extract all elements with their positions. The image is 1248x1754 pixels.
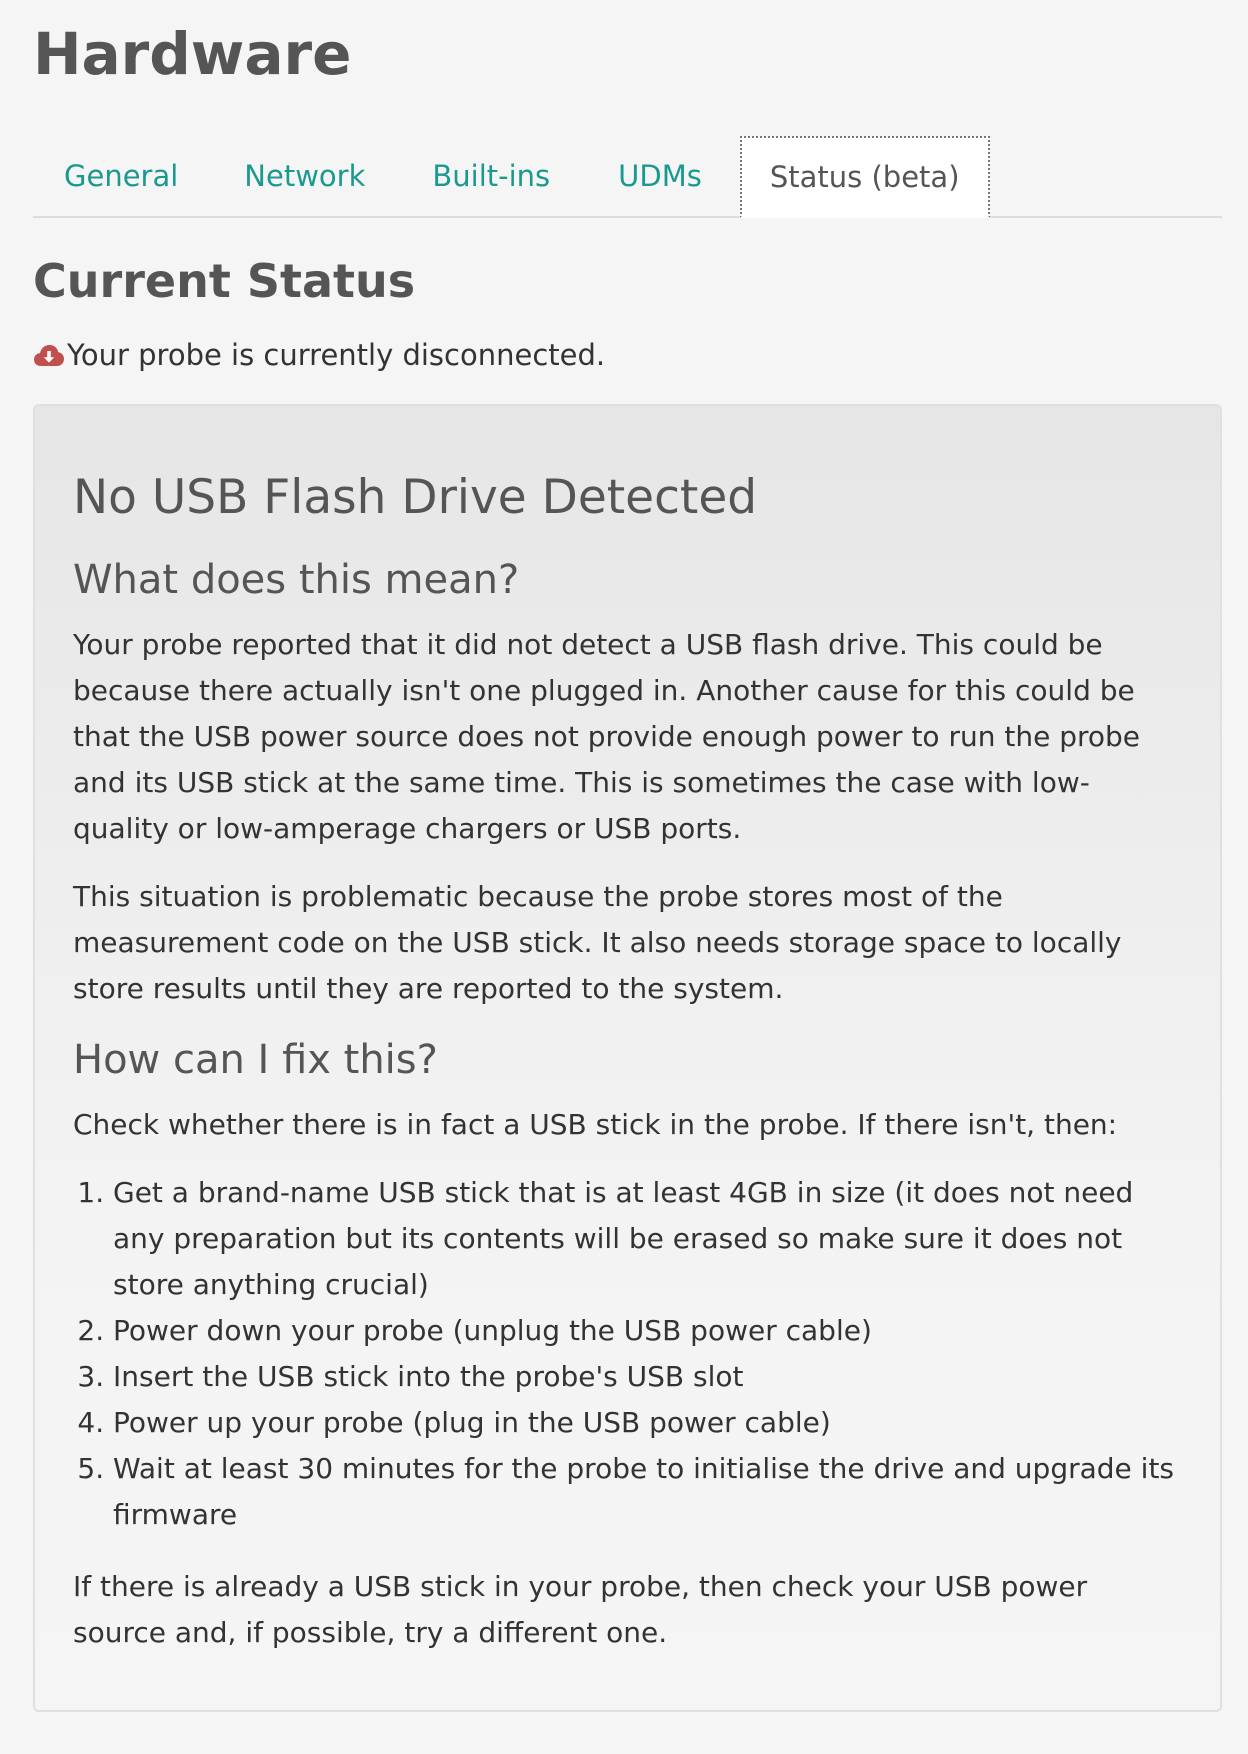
page-title: Hardware — [33, 20, 352, 88]
status-message: Your probe is currently disconnected. — [67, 338, 606, 372]
tab-status-beta[interactable]: Status (beta) — [739, 136, 990, 218]
list-item: Power down your probe (unplug the USB po… — [113, 1308, 1182, 1354]
meaning-heading: What does this mean? — [73, 557, 520, 603]
page: Hardware General Network Built-ins UDMs … — [33, 0, 1222, 1712]
diagnostic-panel: No USB Flash Drive Detected What does th… — [33, 404, 1222, 1712]
current-status-heading: Current Status — [33, 254, 416, 308]
tab-network[interactable]: Network — [210, 136, 397, 216]
list-item: Insert the USB stick into the probe's US… — [113, 1354, 1182, 1400]
cloud-download-icon — [33, 342, 65, 368]
tab-bar: General Network Built-ins UDMs Status (b… — [33, 132, 1222, 218]
list-item: Get a brand-name USB stick that is at le… — [113, 1170, 1182, 1308]
status-line: Your probe is currently disconnected. — [33, 334, 1222, 376]
list-item: Power up your probe (plug in the USB pow… — [113, 1400, 1182, 1446]
fix-intro: Check whether there is in fact a USB sti… — [73, 1108, 1118, 1141]
fix-heading: How can I fix this? — [73, 1037, 438, 1083]
fix-outro: If there is already a USB stick in your … — [73, 1570, 1088, 1649]
panel-title: No USB Flash Drive Detected — [73, 470, 758, 525]
tab-general[interactable]: General — [33, 136, 210, 216]
tab-udms[interactable]: UDMs — [583, 136, 736, 216]
meaning-paragraph: Your probe reported that it did not dete… — [73, 628, 1141, 845]
list-item: Wait at least 30 minutes for the probe t… — [113, 1446, 1182, 1538]
fix-steps-list: Get a brand-name USB stick that is at le… — [73, 1170, 1182, 1538]
tab-built-ins[interactable]: Built-ins — [397, 136, 583, 216]
meaning-paragraph: This situation is problematic because th… — [73, 880, 1122, 1005]
